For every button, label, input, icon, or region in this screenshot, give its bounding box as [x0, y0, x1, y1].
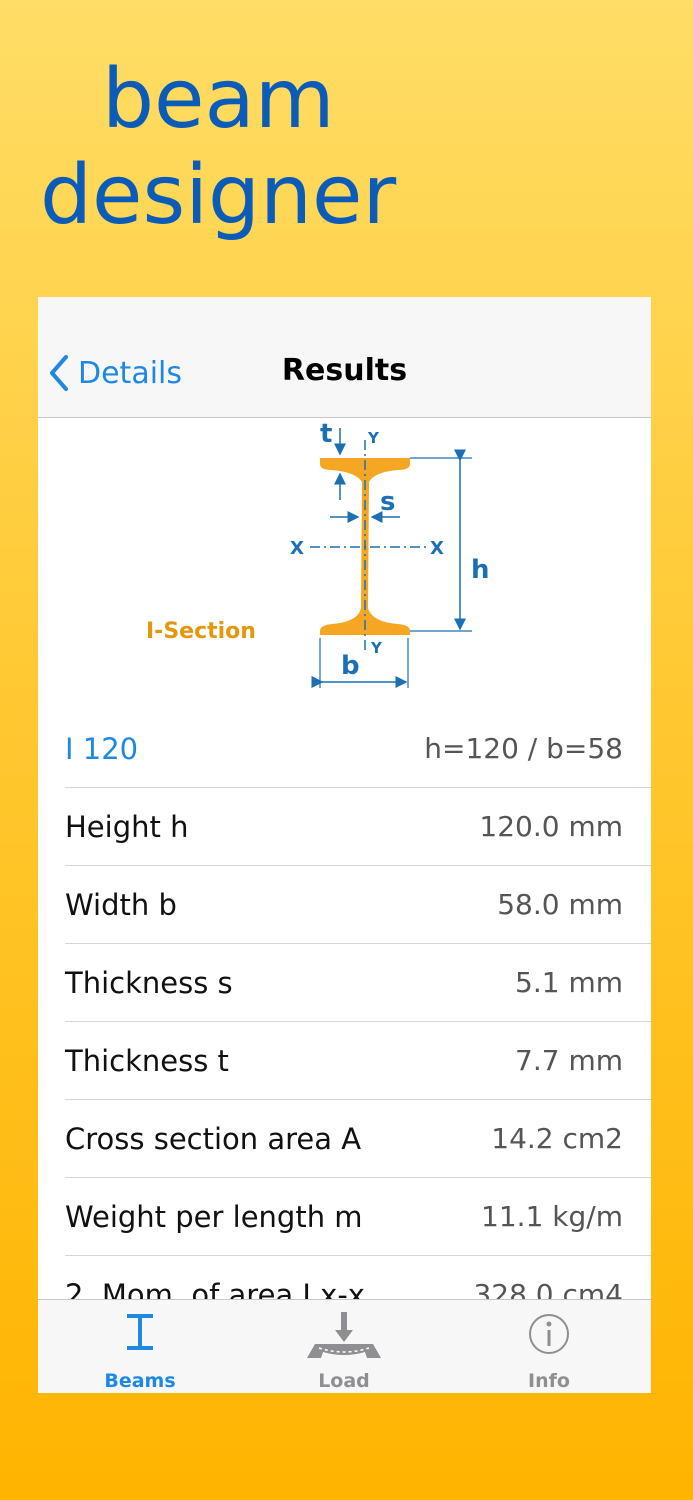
result-value: 11.1 kg/m	[481, 1200, 623, 1233]
result-label: Cross section area A	[65, 1121, 362, 1156]
result-label: Weight per length m	[65, 1199, 363, 1234]
tab-info[interactable]: Info	[447, 1300, 651, 1393]
profile-row[interactable]: I 120 h=120 / b=58	[65, 710, 651, 788]
result-label: Height h	[65, 809, 189, 844]
result-row-weight: Weight per length m 11.1 kg/m	[65, 1178, 651, 1256]
results-list: I 120 h=120 / b=58 Height h 120.0 mm Wid…	[38, 710, 651, 1334]
tab-bar: Beams Load Info	[38, 1299, 651, 1393]
y-axis-label-top: Y	[367, 429, 380, 447]
tab-label: Beams	[104, 1370, 176, 1392]
result-value: 7.7 mm	[515, 1044, 623, 1077]
tab-load[interactable]: Load	[242, 1300, 446, 1393]
result-label: Thickness s	[65, 965, 233, 1000]
dim-s-label: s	[380, 487, 395, 517]
result-row-thickness-s: Thickness s 5.1 mm	[65, 944, 651, 1022]
load-icon	[307, 1312, 381, 1358]
section-type-label: I-Section	[146, 619, 256, 644]
result-row-height: Height h 120.0 mm	[65, 788, 651, 866]
tab-beams[interactable]: Beams	[38, 1300, 242, 1393]
result-value: 5.1 mm	[515, 966, 623, 999]
tab-label: Info	[528, 1370, 570, 1392]
tab-label: Load	[318, 1370, 370, 1392]
info-icon	[529, 1314, 569, 1354]
profile-dimensions: h=120 / b=58	[424, 732, 623, 765]
result-row-area: Cross section area A 14.2 cm2	[65, 1100, 651, 1178]
result-value: 58.0 mm	[497, 888, 623, 921]
result-label: Width b	[65, 887, 177, 922]
navigation-bar: Details Results	[38, 297, 651, 418]
y-axis-label-bottom: Y	[370, 639, 383, 657]
hero-line-2: designer	[40, 148, 397, 243]
result-label: Thickness t	[65, 1043, 229, 1078]
x-axis-label-left: X	[290, 538, 304, 559]
profile-name: I 120	[65, 731, 139, 766]
app-screen: Details Results X X Y Y t s h b I-Sectio…	[38, 297, 651, 1393]
x-axis-label-right: X	[430, 538, 444, 559]
result-row-thickness-t: Thickness t 7.7 mm	[65, 1022, 651, 1100]
dim-b-label: b	[341, 651, 360, 681]
i-beam-icon	[127, 1314, 153, 1350]
hero-line-1: beam	[102, 52, 335, 147]
dim-h-label: h	[471, 555, 490, 585]
page-title: Results	[281, 353, 408, 388]
dim-t-label: t	[320, 419, 332, 449]
hero-title: beam designer	[40, 52, 396, 244]
i-section-diagram: X X Y Y t s h b I-Section	[38, 418, 651, 708]
result-value: 120.0 mm	[479, 810, 623, 843]
result-value: 14.2 cm2	[491, 1122, 623, 1155]
result-row-width: Width b 58.0 mm	[65, 866, 651, 944]
i-section-drawing: X X Y Y t s h b I-Section	[146, 419, 490, 688]
